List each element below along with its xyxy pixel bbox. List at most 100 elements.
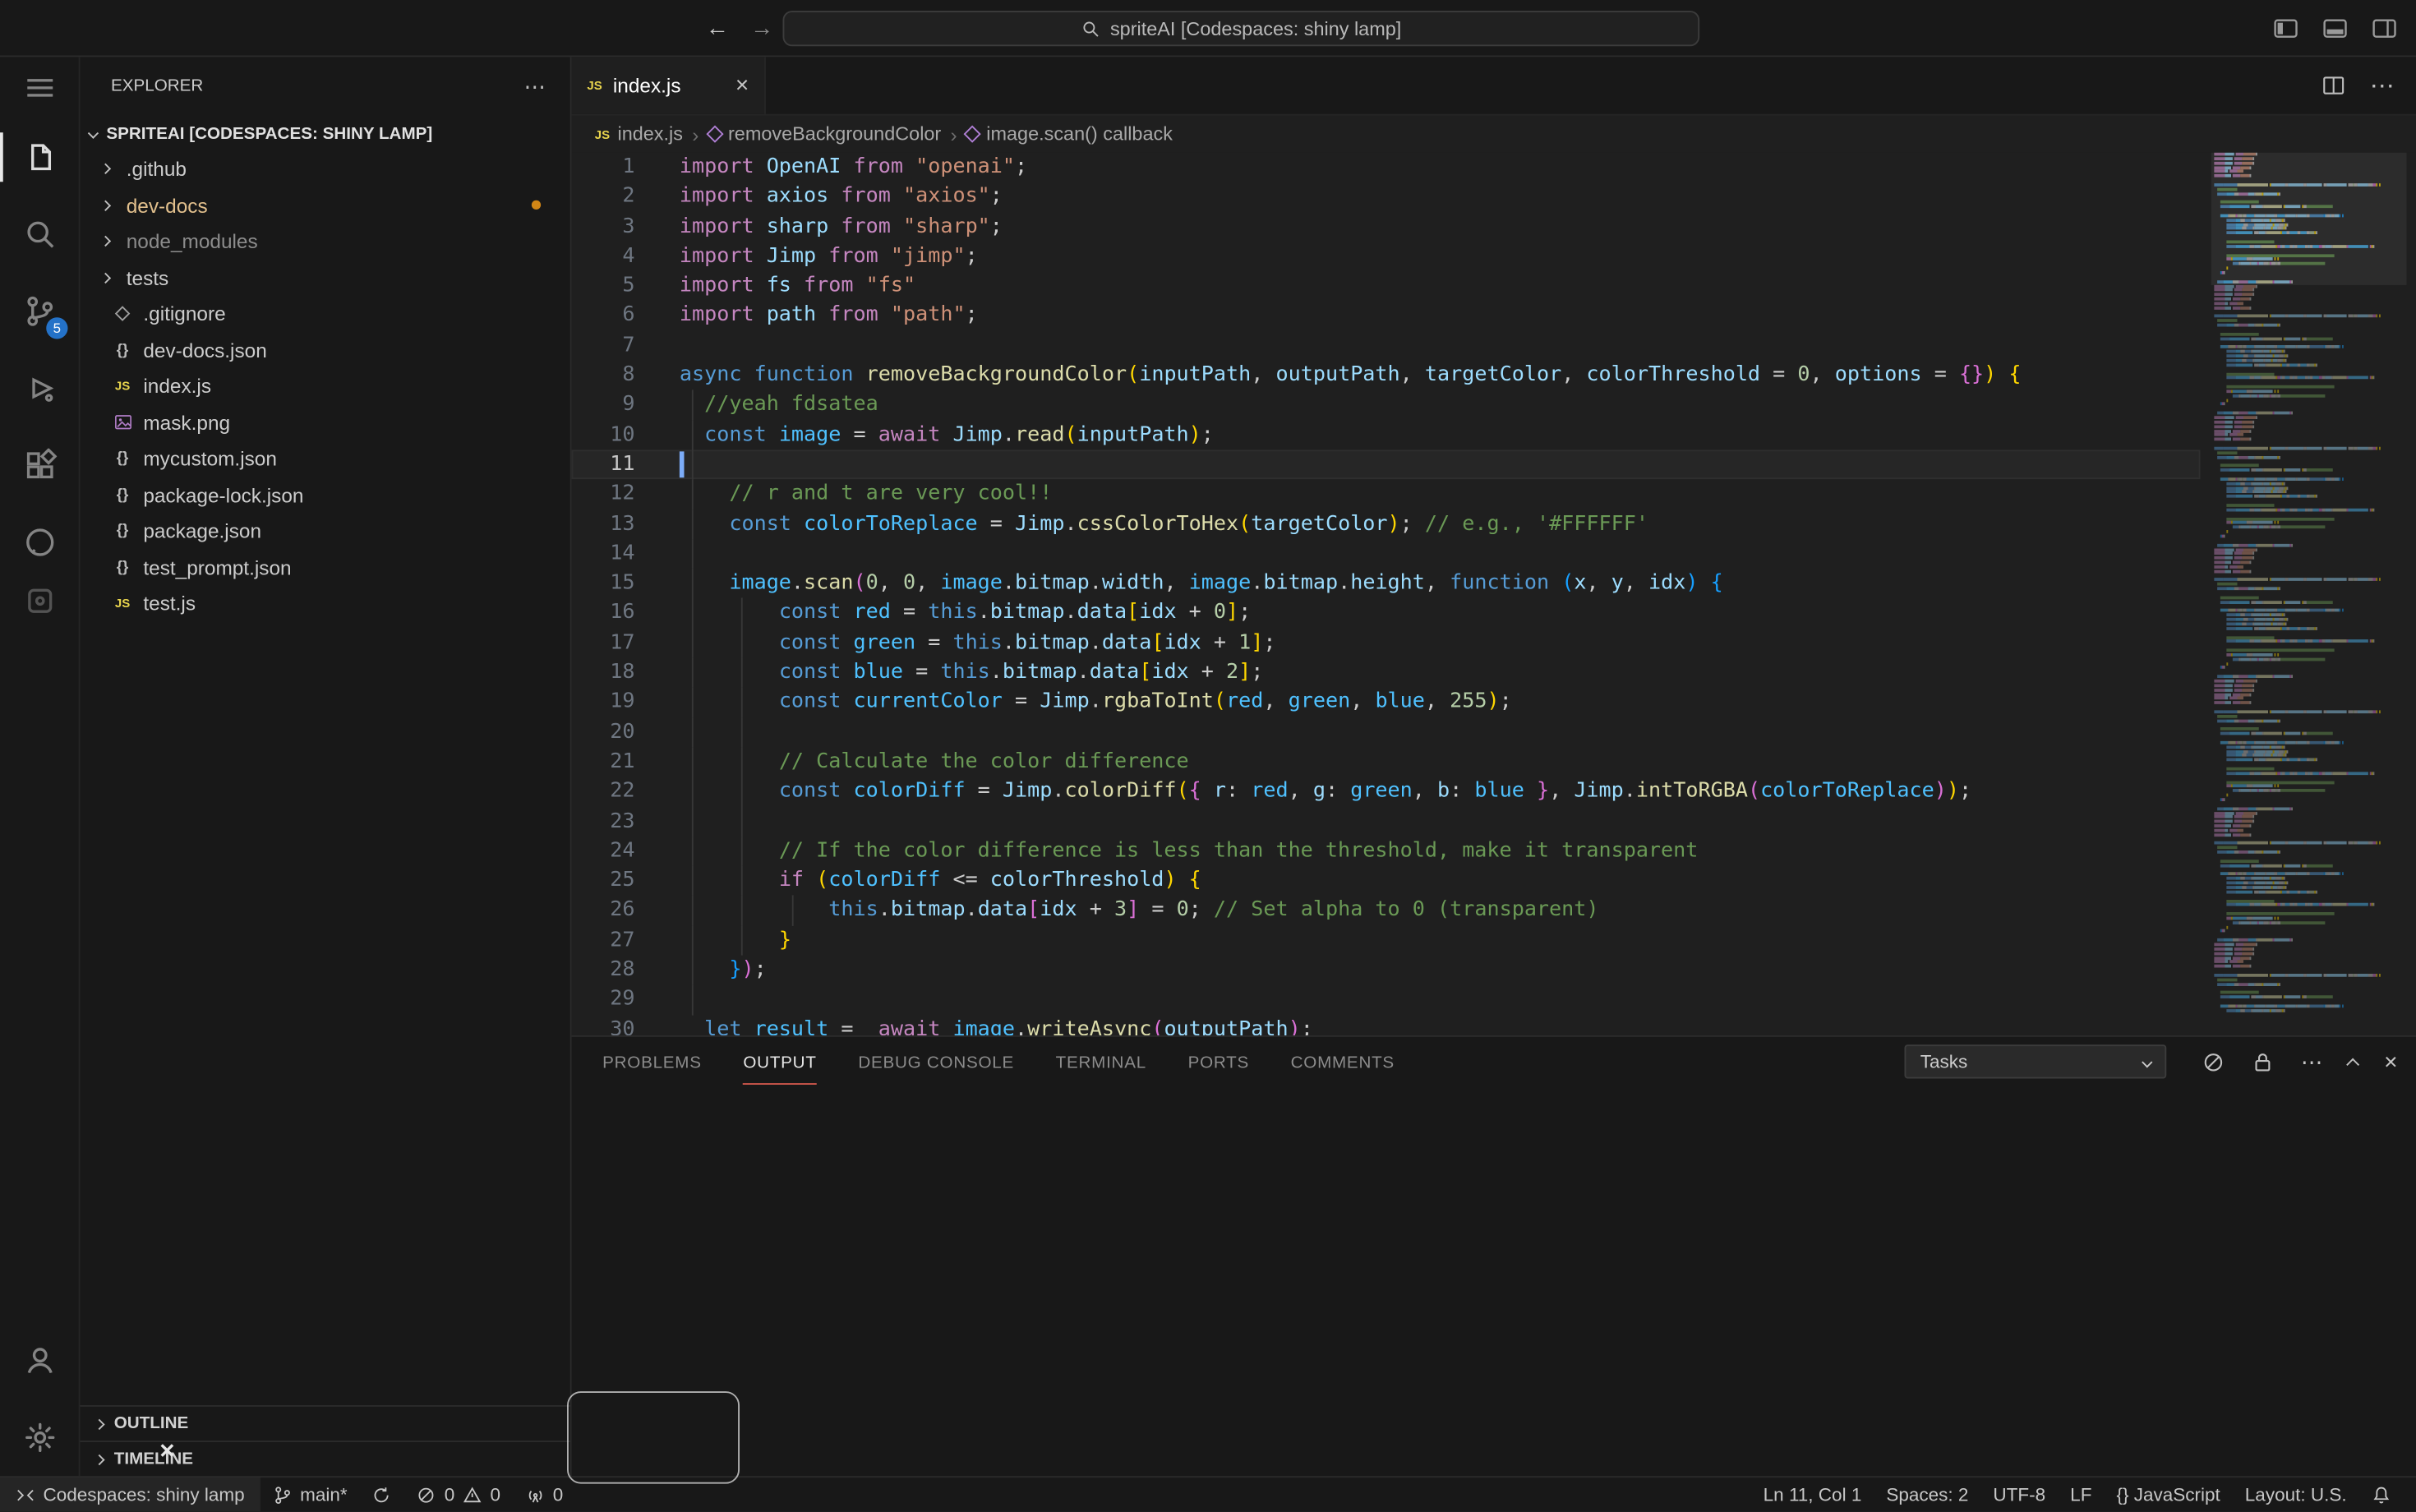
problems-status[interactable]: 0 0 xyxy=(404,1477,513,1511)
accounts-button[interactable] xyxy=(0,1322,79,1399)
code-line-4[interactable]: 4import Jimp from "jimp"; xyxy=(572,242,2201,271)
editor-more-actions-icon[interactable]: ⋯ xyxy=(2370,70,2395,101)
explorer-item-package.json[interactable]: {}package.json xyxy=(81,513,570,549)
output-channel-dropdown[interactable]: Tasks xyxy=(1905,1044,2167,1078)
code-line-25[interactable]: 25 if (colorDiff <= colorThreshold) { xyxy=(572,866,2201,896)
code-line-13[interactable]: 13 const colorToReplace = Jimp.cssColorT… xyxy=(572,509,2201,539)
code-line-9[interactable]: 9 //yeah fdsatea xyxy=(572,390,2201,420)
code-line-21[interactable]: 21 // Calculate the color difference xyxy=(572,747,2201,777)
explorer-item-mask.png[interactable]: mask.png xyxy=(81,404,570,440)
explorer-root-folder[interactable]: SPRITEAI [CODESPACES: SHINY LAMP] xyxy=(81,116,570,151)
git-branch-status[interactable]: main* xyxy=(260,1477,359,1511)
code-line-1[interactable]: 1import OpenAI from "openai"; xyxy=(572,153,2201,182)
lock-scroll-icon[interactable] xyxy=(2252,1050,2275,1073)
code-line-20[interactable]: 20 xyxy=(572,717,2201,747)
explorer-item-test.js[interactable]: JStest.js xyxy=(81,586,570,622)
custom-extension-activity-button[interactable] xyxy=(0,581,79,621)
minimap-line xyxy=(2214,192,2406,196)
explorer-item-node_modules[interactable]: node_modules xyxy=(81,224,570,260)
panel-tab-comments[interactable]: COMMENTS xyxy=(1291,1040,1395,1084)
panel-tab-problems[interactable]: PROBLEMS xyxy=(602,1040,702,1084)
toggle-secondary-sidebar-icon[interactable] xyxy=(2372,15,2398,41)
forwarded-ports-status[interactable]: 0 xyxy=(513,1477,575,1511)
panel-tab-output[interactable]: OUTPUT xyxy=(743,1040,816,1084)
code-line-11[interactable]: 11 xyxy=(572,449,2201,479)
code-line-12[interactable]: 12 // r and t are very cool!! xyxy=(572,480,2201,509)
code-line-26[interactable]: 26 this.bitmap.data[idx + 3] = 0; // Set… xyxy=(572,896,2201,925)
split-editor-icon[interactable] xyxy=(2322,74,2345,97)
indentation-status[interactable]: Spaces: 2 xyxy=(1874,1477,1980,1511)
explorer-item-dev-docs[interactable]: dev-docs xyxy=(81,187,570,224)
explorer-item-.gitignore[interactable]: .gitignore xyxy=(81,296,570,332)
breadcrumb-symbol-function[interactable]: removeBackgroundColor xyxy=(708,123,942,145)
language-mode-status[interactable]: {} JavaScript xyxy=(2104,1477,2232,1511)
explorer-item-package-lock.json[interactable]: {}package-lock.json xyxy=(81,477,570,513)
keyboard-layout-status[interactable]: Layout: U.S. xyxy=(2233,1477,2359,1511)
code-line-27[interactable]: 27 } xyxy=(572,925,2201,955)
code-line-15[interactable]: 15 image.scan(0, 0, image.bitmap.width, … xyxy=(572,569,2201,598)
code-line-3[interactable]: 3import sharp from "sharp"; xyxy=(572,212,2201,242)
breadcrumb-file[interactable]: JS index.js xyxy=(595,123,683,145)
panel-more-actions-icon[interactable]: ⋯ xyxy=(2301,1051,2322,1072)
menu-button[interactable] xyxy=(0,57,79,118)
code-line-24[interactable]: 24 // If the color difference is less th… xyxy=(572,837,2201,866)
cursor-position-status[interactable]: Ln 11, Col 1 xyxy=(1751,1477,1874,1511)
outline-section[interactable]: OUTLINE xyxy=(81,1405,570,1441)
github-activity-button[interactable] xyxy=(0,504,79,581)
code-line-19[interactable]: 19 const currentColor = Jimp.rgbaToInt(r… xyxy=(572,688,2201,717)
explorer-item-dev-docs.json[interactable]: {}dev-docs.json xyxy=(81,332,570,368)
code-line-2[interactable]: 2import axios from "axios"; xyxy=(572,182,2201,212)
explorer-item-tests[interactable]: tests xyxy=(81,260,570,296)
close-panel-icon[interactable]: × xyxy=(2384,1050,2397,1073)
search-activity-button[interactable] xyxy=(0,196,79,273)
remote-indicator[interactable]: Codespaces: shiny lamp xyxy=(0,1477,260,1511)
toggle-sidebar-icon[interactable] xyxy=(2273,15,2299,41)
back-button[interactable]: ← xyxy=(706,15,729,41)
explorer-more-actions-icon[interactable]: ⋯ xyxy=(524,73,546,99)
code-line-5[interactable]: 5import fs from "fs" xyxy=(572,271,2201,301)
minimap-line xyxy=(2214,689,2406,692)
toggle-panel-icon[interactable] xyxy=(2322,15,2349,41)
sync-changes-button[interactable] xyxy=(360,1477,404,1511)
clear-output-icon[interactable] xyxy=(2202,1050,2225,1073)
explorer-activity-button[interactable] xyxy=(0,118,79,196)
tab-close-icon[interactable]: × xyxy=(735,72,749,99)
code-line-7[interactable]: 7 xyxy=(572,331,2201,361)
extensions-activity-button[interactable] xyxy=(0,426,79,504)
timeline-section[interactable]: TIMELINE xyxy=(81,1441,570,1476)
explorer-item-test_prompt.json[interactable]: {}test_prompt.json xyxy=(81,549,570,585)
breadcrumb-symbol-callback[interactable]: image.scan() callback xyxy=(966,123,1173,145)
command-center-search[interactable]: spriteAI [Codespaces: shiny lamp] xyxy=(783,11,1700,46)
explorer-item-index.js[interactable]: JSindex.js xyxy=(81,368,570,404)
code-line-29[interactable]: 29 xyxy=(572,985,2201,1015)
panel-tab-ports[interactable]: PORTS xyxy=(1188,1040,1249,1084)
notifications-button[interactable] xyxy=(2359,1477,2404,1511)
code-line-14[interactable]: 14 xyxy=(572,539,2201,569)
settings-button[interactable] xyxy=(0,1399,79,1477)
code-line-8[interactable]: 8async function removeBackgroundColor(in… xyxy=(572,361,2201,390)
eol-status[interactable]: LF xyxy=(2058,1477,2104,1511)
code-line-16[interactable]: 16 const red = this.bitmap.data[idx + 0]… xyxy=(572,598,2201,628)
minimap-line xyxy=(2214,438,2406,441)
code-line-28[interactable]: 28 }); xyxy=(572,956,2201,985)
minimap[interactable] xyxy=(2211,153,2407,1021)
run-debug-activity-button[interactable] xyxy=(0,350,79,427)
code-line-6[interactable]: 6import path from "path"; xyxy=(572,302,2201,331)
code-line-17[interactable]: 17 const green = this.bitmap.data[idx + … xyxy=(572,629,2201,658)
panel-tab-debug-console[interactable]: DEBUG CONSOLE xyxy=(858,1040,1014,1084)
code-line-18[interactable]: 18 const blue = this.bitmap.data[idx + 2… xyxy=(572,658,2201,688)
panel-tab-terminal[interactable]: TERMINAL xyxy=(1056,1040,1146,1084)
explorer-item-mycustom.json[interactable]: {}mycustom.json xyxy=(81,440,570,477)
minimap-line xyxy=(2214,710,2406,713)
forward-button[interactable]: → xyxy=(750,15,773,41)
code-editor[interactable]: 1import OpenAI from "openai";2import axi… xyxy=(572,153,2416,1035)
code-line-22[interactable]: 22 const colorDiff = Jimp.colorDiff({ r:… xyxy=(572,777,2201,806)
encoding-status[interactable]: UTF-8 xyxy=(1980,1477,2058,1511)
code-line-30[interactable]: 30 let result = await image.writeAsync(o… xyxy=(572,1015,2201,1035)
code-line-10[interactable]: 10 const image = await Jimp.read(inputPa… xyxy=(572,420,2201,449)
source-control-activity-button[interactable]: 5 xyxy=(0,273,79,350)
explorer-item-.github[interactable]: .github xyxy=(81,151,570,187)
code-line-23[interactable]: 23 xyxy=(572,807,2201,837)
maximize-panel-icon[interactable] xyxy=(2347,1058,2360,1071)
tab-index-js[interactable]: JS index.js × xyxy=(572,57,766,113)
